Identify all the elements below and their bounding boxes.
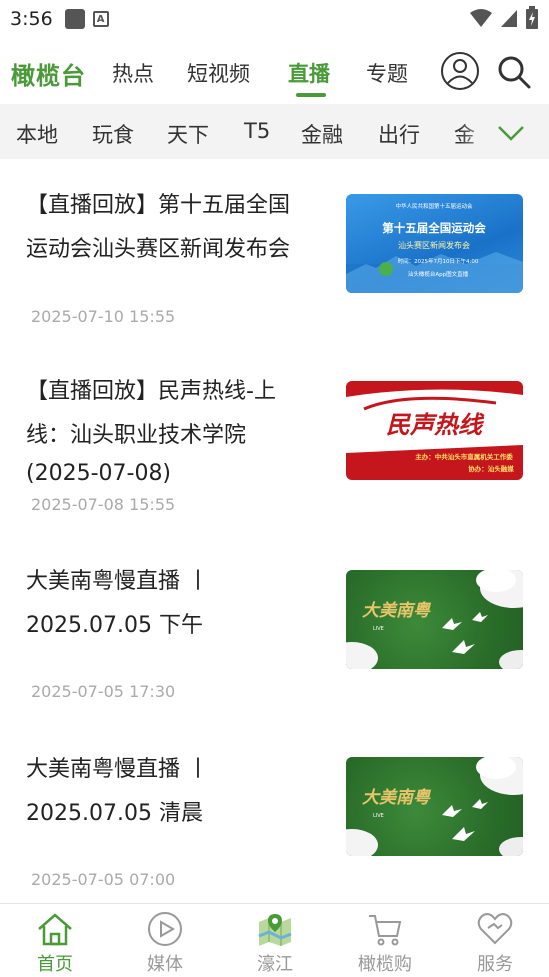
list-item[interactable]: 【直播回放】民声热线-上 线：汕头职业技术学院 (2025-07-08) 202… bbox=[0, 350, 549, 540]
map-icon bbox=[258, 914, 292, 946]
category-bar: 本地 玩食 天下 T5 金融 出行 金 bbox=[0, 104, 549, 159]
signal-icon bbox=[501, 10, 517, 27]
svg-text:时间：2025年7月10日下午4:00: 时间：2025年7月10日下午4:00 bbox=[398, 257, 479, 265]
svg-text:汕头橄榄台App图文直播: 汕头橄榄台App图文直播 bbox=[408, 270, 469, 278]
active-tab-indicator bbox=[296, 93, 326, 97]
item-date: 2025-07-08 15:55 bbox=[31, 495, 176, 514]
svg-text:中华人民共和国第十五届运动会: 中华人民共和国第十五届运动会 bbox=[395, 202, 473, 210]
item-title: 【直播回放】第十五届全国 运动会汕头赛区新闻发布会 bbox=[26, 193, 291, 262]
tab-short-video[interactable]: 短视频 bbox=[187, 58, 250, 88]
battery-icon bbox=[526, 6, 538, 29]
thumbnail: 民声热线 主办：中共汕头市直属机关工作委 协办：汕头融媒 bbox=[346, 381, 523, 480]
category-finance[interactable]: 金融 bbox=[301, 119, 343, 149]
bottom-nav-home[interactable]: 首页 bbox=[0, 904, 110, 977]
svg-text:民声热线: 民声热线 bbox=[386, 411, 485, 439]
app-notification-icon: A bbox=[92, 11, 109, 27]
cart-icon bbox=[369, 915, 402, 946]
svg-text:主办：中共汕头市直属机关工作委: 主办：中共汕头市直属机关工作委 bbox=[415, 452, 513, 461]
category-t5[interactable]: T5 bbox=[244, 119, 270, 143]
notification-icon bbox=[64, 9, 85, 29]
svg-text:LIVE: LIVE bbox=[373, 626, 384, 632]
svg-text:LIVE: LIVE bbox=[373, 813, 384, 819]
item-title: 大美南粤慢直播 丨 2025.07.05 下午 bbox=[26, 569, 209, 638]
svg-text:协办：汕头融媒: 协办：汕头融媒 bbox=[468, 464, 514, 473]
heart-icon bbox=[477, 913, 513, 945]
item-title: 【直播回放】民声热线-上 线：汕头职业技术学院 (2025-07-08) bbox=[26, 379, 276, 486]
status-bar: 3:56 A bbox=[0, 0, 549, 38]
item-date: 2025-07-05 07:00 bbox=[31, 870, 176, 889]
item-title: 大美南粤慢直播 丨 2025.07.05 清晨 bbox=[26, 757, 209, 826]
thumbnail: 大美南粤 LIVE bbox=[346, 570, 523, 669]
list-item[interactable]: 大美南粤慢直播 丨 2025.07.05 下午 2025-07-05 17:30… bbox=[0, 540, 549, 730]
svg-text:汕头赛区新闻发布会: 汕头赛区新闻发布会 bbox=[398, 240, 470, 250]
tab-live[interactable]: 直播 bbox=[288, 58, 330, 88]
list-item[interactable]: 大美南粤慢直播 丨 2025.07.05 清晨 2025-07-05 07:00… bbox=[0, 728, 549, 903]
bottom-nav-shop[interactable]: 橄榄购 bbox=[330, 904, 440, 977]
thumbnail: 中华人民共和国第十五届运动会 第十五届全国运动会 汕头赛区新闻发布会 时间：20… bbox=[346, 194, 523, 293]
chevron-down-icon[interactable] bbox=[496, 118, 526, 148]
item-date: 2025-07-05 17:30 bbox=[31, 682, 176, 701]
category-local[interactable]: 本地 bbox=[16, 119, 58, 149]
play-circle-icon bbox=[148, 912, 182, 946]
category-food[interactable]: 玩食 bbox=[92, 119, 134, 149]
svg-text:大美南粤: 大美南粤 bbox=[362, 788, 432, 808]
status-time: 3:56 bbox=[10, 8, 53, 30]
wifi-icon bbox=[470, 9, 492, 27]
tab-topics[interactable]: 专题 bbox=[366, 58, 408, 88]
svg-text:大美南粤: 大美南粤 bbox=[362, 601, 432, 621]
bottom-nav-haojiang[interactable]: 濠江 bbox=[220, 904, 330, 977]
list-item[interactable]: 【直播回放】第十五届全国 运动会汕头赛区新闻发布会 2025-07-10 15:… bbox=[0, 160, 549, 350]
bottom-nav-service[interactable]: 服务 bbox=[440, 904, 549, 977]
bottom-nav-media[interactable]: 媒体 bbox=[110, 904, 220, 977]
bottom-nav: 首页 媒体 濠江 橄榄购 服务 bbox=[0, 903, 549, 977]
user-icon[interactable] bbox=[440, 51, 480, 91]
category-world[interactable]: 天下 bbox=[167, 119, 209, 149]
thumbnail: 大美南粤 LIVE bbox=[346, 757, 523, 856]
svg-text:第十五届全国运动会: 第十五届全国运动会 bbox=[382, 221, 486, 235]
home-icon bbox=[38, 913, 72, 946]
tab-hot[interactable]: 热点 bbox=[112, 58, 154, 88]
app-logo[interactable]: 橄榄台 bbox=[11, 56, 86, 91]
category-travel[interactable]: 出行 bbox=[378, 119, 420, 149]
search-icon[interactable] bbox=[496, 54, 532, 90]
item-date: 2025-07-10 15:55 bbox=[31, 307, 176, 326]
top-header: 橄榄台 热点 短视频 直播 专题 bbox=[0, 40, 549, 102]
